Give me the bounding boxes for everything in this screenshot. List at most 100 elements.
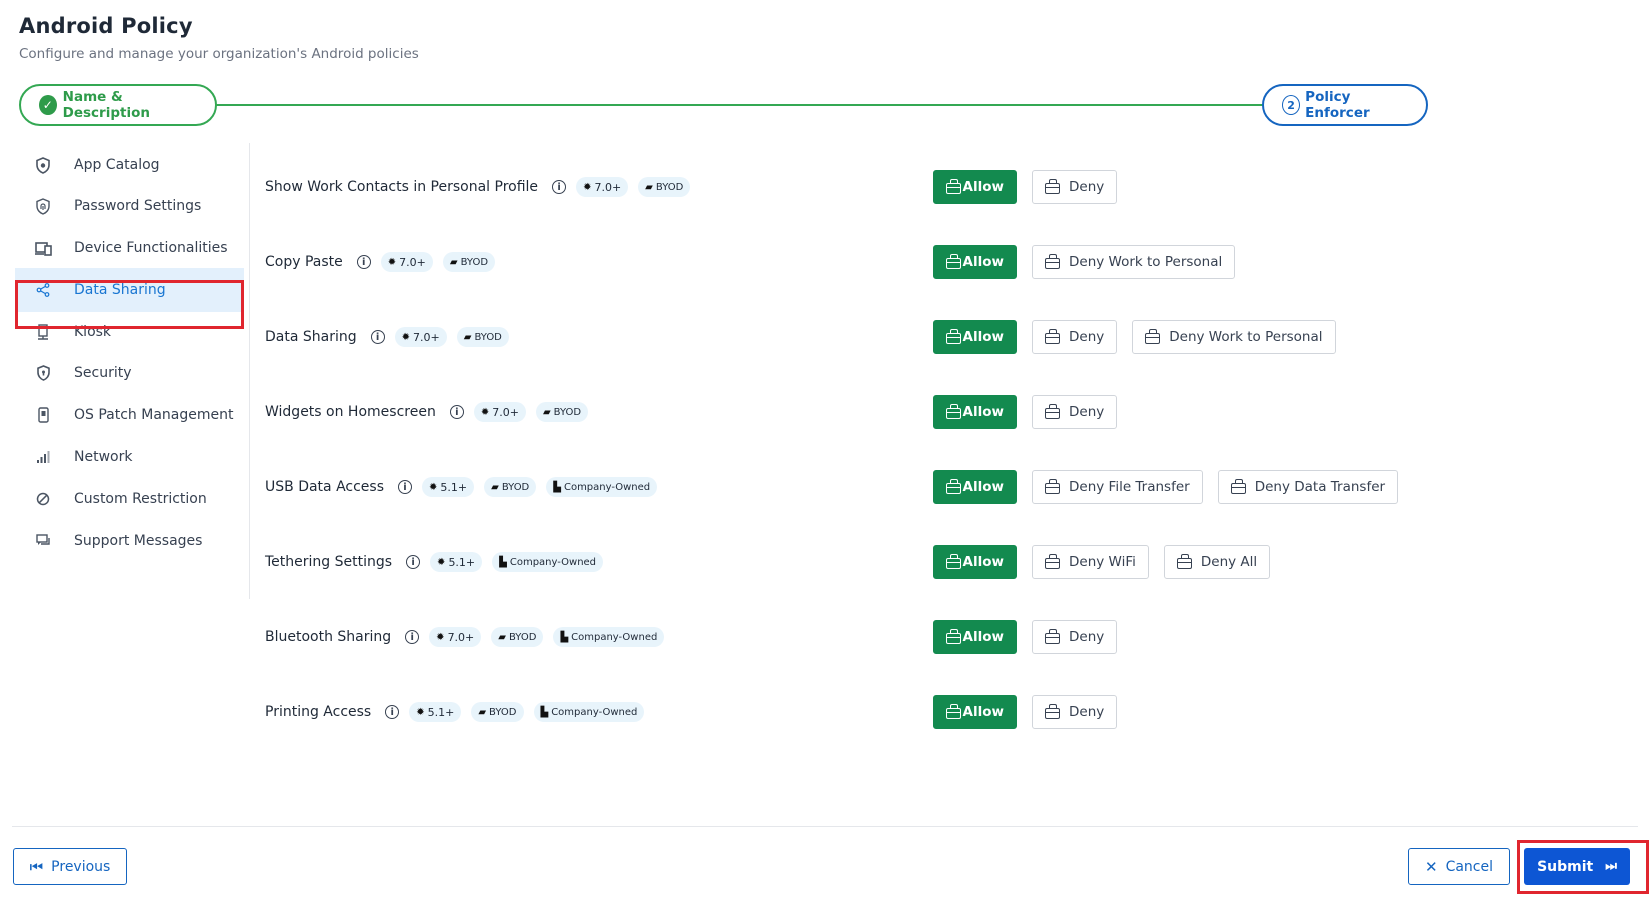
option-group: Allow Deny [933, 694, 1132, 730]
shield-star-icon [33, 155, 53, 175]
devices-icon [33, 238, 53, 258]
sidebar-item-device-functionalities[interactable]: Device Functionalities [15, 226, 244, 270]
info-icon[interactable]: i [370, 330, 385, 344]
option-group: Allow Deny [933, 169, 1132, 205]
company-owned-badge: ▙ Company-Owned [546, 477, 658, 497]
allow-button[interactable]: Allow [933, 320, 1017, 354]
sidebar-item-kiosk[interactable]: Kiosk [15, 310, 244, 354]
android-icon: ✹ [416, 706, 425, 718]
info-icon[interactable]: i [398, 480, 412, 494]
deny-data-transfer-button[interactable]: Deny Data Transfer [1217, 470, 1399, 504]
byod-badge: ▰ BYOD [484, 477, 537, 497]
skip-previous-icon: ⏮ [29, 857, 44, 876]
option-group: Allow Deny [933, 619, 1132, 655]
deny-button[interactable]: Deny [1032, 695, 1118, 729]
deny-all-button[interactable]: Deny All [1163, 545, 1271, 579]
stepper-progress-line [215, 104, 1266, 106]
step-label: Policy Enforcer [1305, 89, 1370, 121]
sidebar-item-network[interactable]: Network [15, 435, 244, 479]
version-badge: ✹ 7.0+ [429, 627, 482, 647]
kiosk-icon [33, 322, 53, 342]
briefcase-icon [946, 703, 961, 719]
devices-icon: ▰ [645, 181, 653, 193]
allow-button[interactable]: Allow [933, 620, 1017, 654]
policy-label: USB Data Access [265, 479, 384, 495]
deny-button[interactable]: Deny [1032, 395, 1118, 429]
allow-button[interactable]: Allow [933, 245, 1017, 279]
page-title: Android Policy [19, 14, 193, 38]
shield-icon [33, 363, 53, 383]
info-icon[interactable]: i [405, 630, 420, 644]
policy-row-widgets-on-homescreen: Widgets on Homescreen i ✹ 7.0+ ▰ BYOD Allo… [265, 394, 1405, 430]
sidebar-item-password-settings[interactable]: Password Settings [15, 184, 244, 228]
policy-row-bluetooth-sharing: Bluetooth Sharing i ✹ 7.0+ ▰ BYOD ▙ Company… [265, 619, 1405, 655]
policy-row-data-sharing: Data Sharing i ✹ 7.0+ ▰ BYOD Allow Deny De… [265, 319, 1405, 355]
deny-work-to-personal-button[interactable]: Deny Work to Personal [1032, 245, 1236, 279]
briefcase-icon [946, 178, 961, 194]
android-icon: ✹ [480, 406, 490, 418]
sidebar-item-support-messages[interactable]: Support Messages [15, 519, 244, 563]
deny-file-transfer-button[interactable]: Deny File Transfer [1032, 470, 1203, 504]
deny-button[interactable]: Deny [1032, 620, 1118, 654]
footer-divider [12, 826, 1638, 827]
info-icon[interactable]: i [356, 255, 371, 269]
info-icon[interactable]: i [449, 405, 464, 419]
step-name-description[interactable]: ✓ Name & Description [19, 84, 217, 126]
info-icon[interactable]: i [385, 705, 400, 719]
company-owned-badge: ▙ Company-Owned [533, 702, 645, 722]
sidebar-item-custom-restriction[interactable]: Custom Restriction [15, 477, 244, 521]
stepper: ✓ Name & Description 2 Policy Enforcer [19, 84, 1428, 126]
policy-row-usb-data-access: USB Data Access i ✹ 5.1+ ▰ BYOD ▙ Company-O… [265, 469, 1405, 505]
policy-label: Tethering Settings [265, 554, 393, 570]
option-group: Allow Deny File Transfer Deny Data Trans… [933, 469, 1413, 505]
version-badge: ✹ 7.0+ [380, 252, 433, 272]
deny-wifi-button[interactable]: Deny WiFi [1032, 545, 1149, 579]
briefcase-icon [946, 328, 961, 344]
option-group: Allow Deny Deny Work to Personal [933, 319, 1351, 355]
briefcase-icon [946, 628, 961, 644]
allow-button[interactable]: Allow [933, 545, 1017, 579]
briefcase-icon [1045, 403, 1061, 419]
phone-patch-icon [33, 405, 53, 425]
sidebar-item-security[interactable]: Security [15, 351, 244, 395]
info-icon[interactable]: i [552, 180, 567, 194]
step-label: Name & Description [62, 89, 150, 121]
step-policy-enforcer[interactable]: 2 Policy Enforcer [1262, 84, 1428, 126]
briefcase-icon [946, 253, 961, 269]
step-number: 2 [1282, 95, 1301, 115]
cancel-button[interactable]: ✕ Cancel [1408, 848, 1510, 885]
allow-button[interactable]: Allow [933, 395, 1017, 429]
devices-icon: ▰ [463, 331, 472, 343]
allow-button[interactable]: Allow [933, 695, 1017, 729]
policy-label: Copy Paste [265, 254, 343, 270]
briefcase-icon [1045, 178, 1061, 194]
policy-label: Printing Access [265, 704, 372, 720]
version-badge: ✹ 5.1+ [409, 702, 462, 722]
deny-work-to-personal-button[interactable]: Deny Work to Personal [1132, 320, 1336, 354]
android-icon: ✹ [429, 481, 438, 493]
deny-button[interactable]: Deny [1032, 320, 1118, 354]
info-icon[interactable]: i [406, 555, 421, 569]
policy-row-show-work-contacts: Show Work Contacts in Personal Profile i… [265, 169, 1405, 205]
policy-label: Bluetooth Sharing [265, 629, 392, 645]
devices-icon: ▰ [491, 481, 499, 493]
allow-button[interactable]: Allow [933, 170, 1017, 204]
previous-button[interactable]: ⏮ Previous [13, 848, 127, 885]
allow-button[interactable]: Allow [933, 470, 1017, 504]
byod-badge: ▰ BYOD [471, 702, 524, 722]
sidebar-item-app-catalog[interactable]: App Catalog [15, 143, 244, 187]
android-icon: ✹ [437, 556, 446, 568]
byod-badge: ▰ BYOD [535, 402, 589, 422]
android-icon: ✹ [387, 256, 397, 268]
byod-badge: ▰ BYOD [442, 252, 496, 272]
deny-button[interactable]: Deny [1032, 170, 1118, 204]
sidebar-item-os-patch-management[interactable]: OS Patch Management [15, 393, 244, 437]
briefcase-icon [1145, 328, 1161, 344]
version-badge: ✹ 7.0+ [473, 402, 526, 422]
sidebar-item-data-sharing[interactable]: Data Sharing [15, 268, 244, 312]
close-icon: ✕ [1424, 857, 1438, 876]
byod-badge: ▰ BYOD [456, 327, 509, 347]
briefcase-icon [1230, 478, 1247, 494]
skip-next-icon: ⏭ [1605, 859, 1617, 874]
submit-button[interactable]: Submit ⏭ [1524, 848, 1630, 885]
